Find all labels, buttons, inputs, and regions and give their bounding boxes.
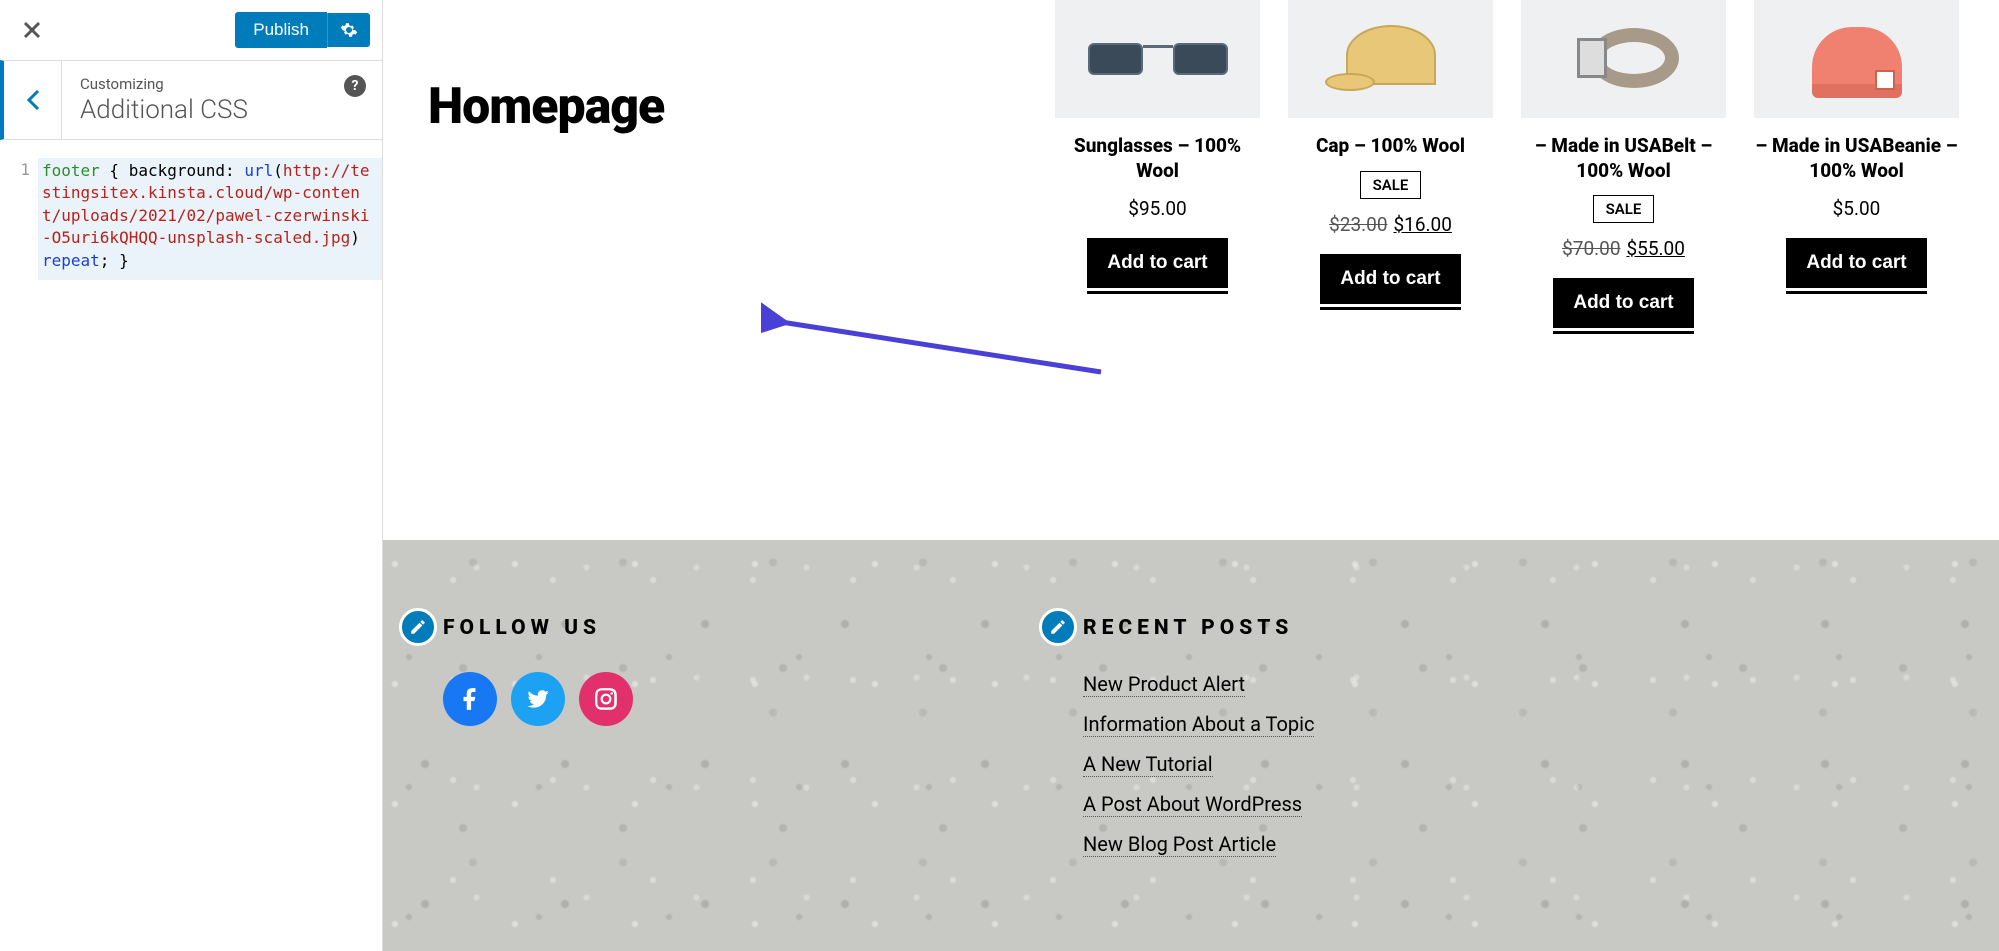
post-link[interactable]: New Blog Post Article: [1083, 832, 1276, 857]
instagram-link[interactable]: [579, 672, 633, 726]
twitter-icon: [525, 686, 551, 712]
pencil-icon: [1049, 618, 1067, 636]
customizer-sidebar: Publish Customizing Additional CSS ? 1 f…: [0, 0, 383, 951]
twitter-link[interactable]: [511, 672, 565, 726]
belt-icon: [1559, 24, 1689, 94]
footer-heading: RECENT POSTS: [1083, 616, 1293, 640]
facebook-link[interactable]: [443, 672, 497, 726]
site-preview: Homepage Sunglasses – 100% Wool $95.00 A…: [383, 0, 1999, 951]
product-image[interactable]: [1754, 0, 1959, 118]
site-footer: FOLLOW US RECENT POSTS New Product Alert: [383, 540, 1999, 951]
add-to-cart-button[interactable]: Add to cart: [1553, 278, 1693, 328]
close-icon: [22, 20, 42, 40]
footer-posts-column: RECENT POSTS New Product Alert Informati…: [1083, 616, 1314, 911]
css-code-editor[interactable]: 1 footer { background: url(http://testin…: [0, 158, 382, 280]
product-grid: Sunglasses – 100% Wool $95.00 Add to car…: [853, 0, 1959, 328]
product-title[interactable]: – Made in USABeanie – 100% Wool: [1754, 134, 1959, 183]
list-item: A New Tutorial: [1083, 744, 1314, 784]
sale-badge: SALE: [1360, 171, 1422, 199]
product-price: $95.00: [1128, 197, 1186, 220]
product-card: – Made in USABelt – 100% Wool SALE $70.0…: [1521, 0, 1726, 328]
product-price: $5.00: [1833, 197, 1881, 220]
pencil-icon: [409, 618, 427, 636]
section-title: Additional CSS: [80, 95, 364, 125]
add-to-cart-button[interactable]: Add to cart: [1087, 238, 1227, 288]
back-button[interactable]: [4, 61, 62, 139]
post-link[interactable]: Information About a Topic: [1083, 712, 1314, 737]
footer-heading: FOLLOW US: [443, 616, 601, 640]
customizing-label: Customizing: [80, 75, 364, 93]
post-link[interactable]: New Product Alert: [1083, 672, 1245, 697]
chevron-left-icon: [26, 89, 40, 111]
publish-button[interactable]: Publish: [235, 12, 327, 48]
social-links: [443, 672, 633, 726]
close-button[interactable]: [12, 10, 52, 50]
line-number: 1: [0, 158, 38, 280]
edit-widget-button[interactable]: [1039, 608, 1077, 646]
post-link[interactable]: A New Tutorial: [1083, 752, 1213, 777]
section-header-row: Customizing Additional CSS ?: [0, 60, 382, 140]
product-image[interactable]: [1288, 0, 1493, 118]
facebook-icon: [457, 686, 483, 712]
sunglasses-icon: [1088, 39, 1228, 79]
instagram-icon: [593, 686, 619, 712]
edit-widget-button[interactable]: [399, 608, 437, 646]
code-content[interactable]: footer { background: url(http://testings…: [38, 158, 382, 280]
product-image[interactable]: [1055, 0, 1260, 118]
product-card: Sunglasses – 100% Wool $95.00 Add to car…: [1055, 0, 1260, 328]
product-image[interactable]: [1521, 0, 1726, 118]
list-item: Information About a Topic: [1083, 704, 1314, 744]
list-item: New Product Alert: [1083, 664, 1314, 704]
post-link[interactable]: A Post About WordPress: [1083, 792, 1302, 817]
sale-badge: SALE: [1593, 195, 1655, 223]
publish-settings-button[interactable]: [327, 13, 370, 47]
product-title[interactable]: Cap – 100% Wool: [1316, 134, 1465, 159]
publish-group: Publish: [235, 12, 370, 48]
list-item: A Post About WordPress: [1083, 784, 1314, 824]
product-title[interactable]: – Made in USABelt – 100% Wool: [1521, 134, 1726, 183]
cap-icon: [1331, 19, 1451, 99]
gear-icon: [340, 21, 358, 39]
product-price: $70.00$55.00: [1562, 237, 1685, 260]
add-to-cart-button[interactable]: Add to cart: [1786, 238, 1926, 288]
product-price: $23.00$16.00: [1329, 213, 1452, 236]
add-to-cart-button[interactable]: Add to cart: [1320, 254, 1460, 304]
page-title: Homepage: [428, 78, 664, 136]
footer-follow-column: FOLLOW US: [443, 616, 633, 911]
section-header: Customizing Additional CSS ?: [62, 61, 382, 139]
recent-posts-list: New Product Alert Information About a To…: [1083, 664, 1314, 864]
product-card: Cap – 100% Wool SALE $23.00$16.00 Add to…: [1288, 0, 1493, 328]
beanie-icon: [1807, 17, 1907, 102]
product-title[interactable]: Sunglasses – 100% Wool: [1055, 134, 1260, 183]
help-button[interactable]: ?: [344, 75, 366, 97]
list-item: New Blog Post Article: [1083, 824, 1314, 864]
sidebar-top-bar: Publish: [0, 0, 382, 60]
product-card: – Made in USABeanie – 100% Wool $5.00 Ad…: [1754, 0, 1959, 328]
